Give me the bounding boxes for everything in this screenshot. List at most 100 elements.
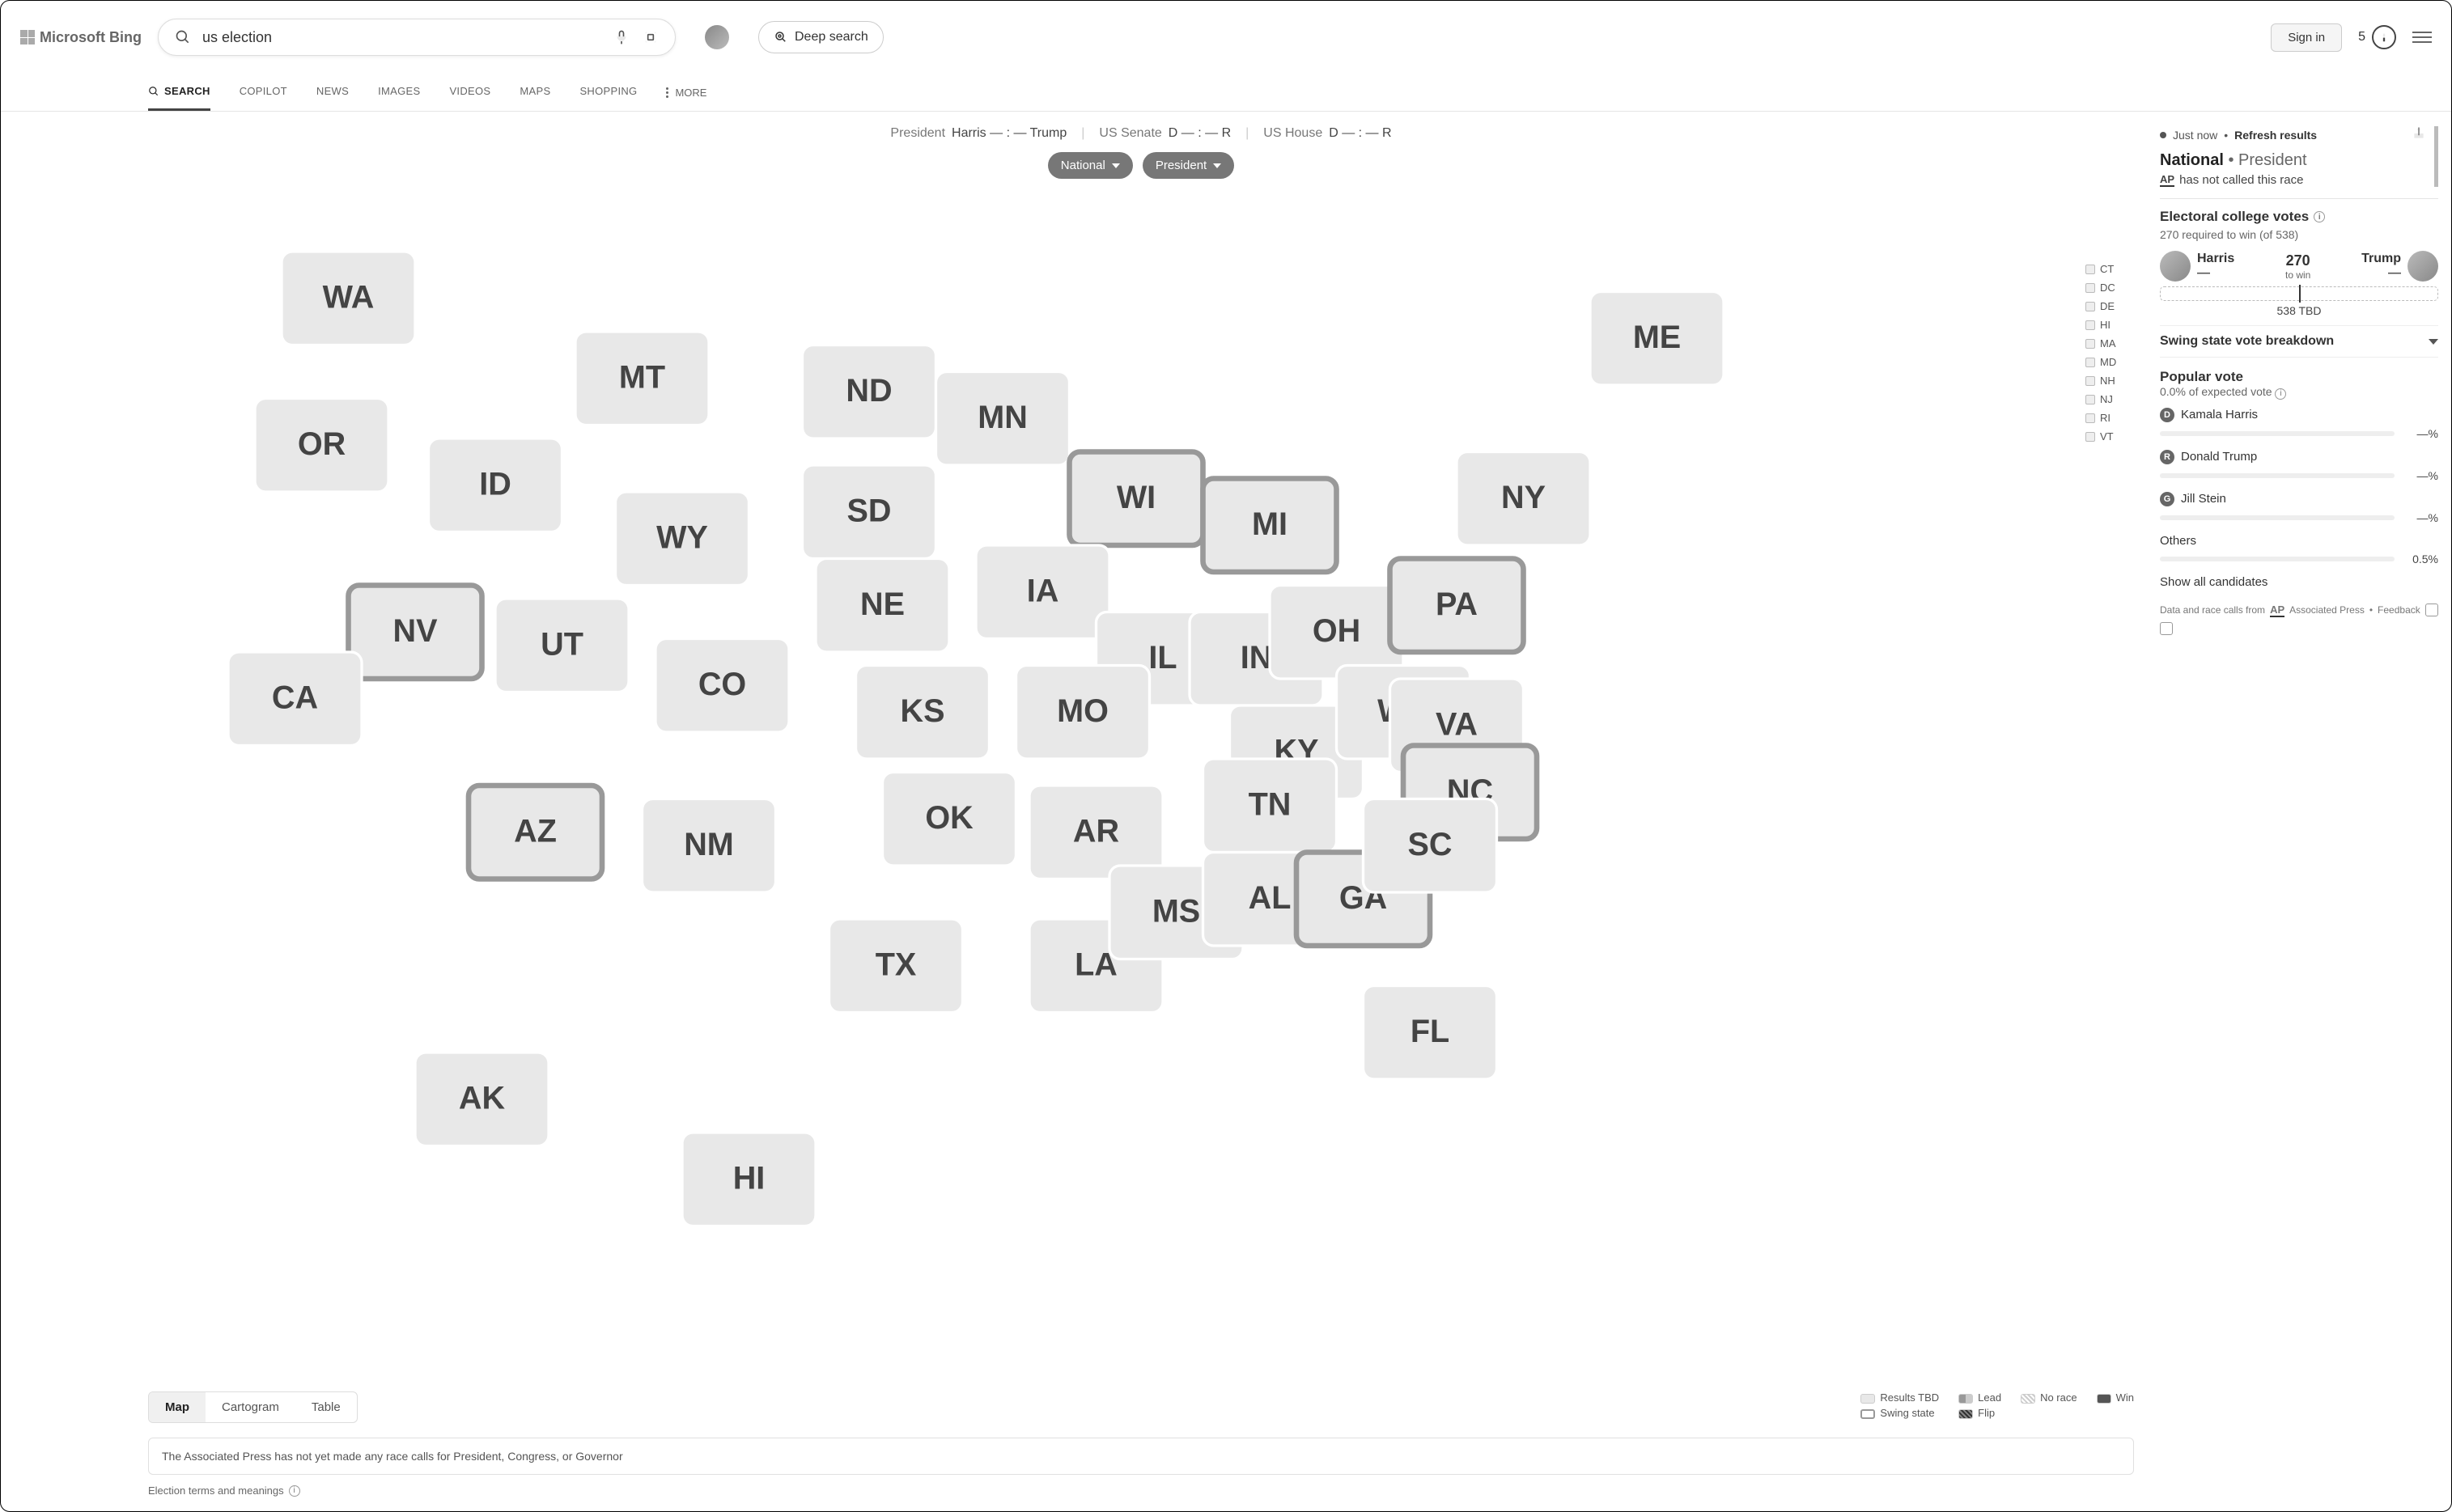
deep-search-label: Deep search [795,30,868,44]
candidate-name: Harris [2197,252,2234,266]
race-president[interactable]: President Harris — : — Trump [890,126,1067,141]
ap-notice: The Associated Press has not yet made an… [148,1438,2134,1475]
score: Harris — : — Trump [952,126,1067,141]
view-toggle: Map Cartogram Table [148,1391,358,1423]
electoral-college-title: Electoral college votes i [2160,209,2438,225]
view-cartogram[interactable]: Cartogram [206,1392,295,1422]
svg-text:IL: IL [1148,640,1177,676]
pv-pct: —% [2406,427,2438,440]
map-legend: Results TBD Lead No race Win Swing state… [1860,1391,2134,1419]
pv-row-others: Others 0.5% [2160,534,2438,565]
state-abbr: VT [2100,430,2114,443]
svg-text:ID: ID [479,466,511,502]
refresh-results-link[interactable]: Refresh results [2234,129,2317,142]
search-icon [148,86,159,97]
small-state-nh[interactable]: NH [2085,375,2134,387]
small-state-ma[interactable]: MA [2085,337,2134,349]
attr-source[interactable]: Associated Press [2289,604,2365,616]
us-map[interactable]: WAMTNDMNMEORIDWYSDWIMINYNVUTCONEIAILINOH… [148,198,2071,1377]
small-state-vt[interactable]: VT [2085,430,2134,443]
info-icon[interactable]: i [2314,211,2325,222]
state-swatch [2085,376,2095,386]
view-map[interactable]: Map [149,1392,206,1422]
svg-text:ME: ME [1633,320,1681,355]
small-state-hi[interactable]: HI [2085,319,2134,331]
separator: • [2369,604,2373,616]
small-state-nj[interactable]: NJ [2085,393,2134,405]
tab-shopping[interactable]: SHOPPING [579,74,637,111]
pv-bar [2160,473,2395,478]
state-abbr: HI [2100,319,2111,331]
voice-search-icon[interactable] [612,28,631,47]
tab-label: NEWS [316,85,349,97]
pill-label: President [1156,159,1207,172]
feedback-link[interactable]: Feedback [2378,604,2420,616]
legend-label: Lead [1978,1391,2001,1404]
call-status-text: has not called this race [2179,173,2303,187]
deep-search-button[interactable]: Deep search [758,21,884,53]
tab-videos[interactable]: VIDEOS [449,74,490,111]
tab-more[interactable]: MORE [666,87,706,99]
small-state-dc[interactable]: DC [2085,282,2134,294]
small-state-ri[interactable]: RI [2085,412,2134,424]
info-icon[interactable]: i [2275,388,2286,400]
rewards[interactable]: 5 [2358,25,2396,49]
search-box[interactable] [158,19,676,56]
rewards-points: 5 [2358,30,2365,44]
tab-search[interactable]: SEARCH [148,74,210,111]
image-search-icon[interactable] [641,28,660,47]
state-swatch [2085,265,2095,274]
race-summary-line: President Harris — : — Trump | US Senate… [148,126,2134,141]
small-state-ct[interactable]: CT [2085,263,2134,275]
svg-text:NM: NM [684,827,734,862]
tab-copilot[interactable]: COPILOT [240,74,287,111]
tab-images[interactable]: IMAGES [378,74,420,111]
ec-title-text: Electoral college votes [2160,209,2309,225]
to-win-label: to win [2285,269,2310,281]
state-abbr: MD [2100,356,2116,368]
scope-dropdown[interactable]: National [1048,152,1133,179]
swing-state-toggle[interactable]: Swing state vote breakdown [2160,325,2438,358]
separator: | [1245,126,1249,141]
to-win-marker: 270 to win [2285,252,2310,281]
search-input[interactable] [202,29,602,46]
label: US House [1263,126,1322,141]
swing-label: Swing state vote breakdown [2160,334,2334,349]
svg-text:HI: HI [733,1160,766,1196]
svg-text:IN: IN [1241,640,1273,676]
scope: National [2160,151,2224,169]
tab-maps[interactable]: MAPS [520,74,550,111]
signin-button[interactable]: Sign in [2271,23,2342,52]
party-badge: R [2160,450,2174,464]
panel-top: Just now • Refresh results [2160,126,2426,143]
panel-title: National • President [2160,151,2426,170]
view-table[interactable]: Table [295,1392,357,1422]
pv-bar [2160,557,2395,561]
svg-text:MT: MT [619,359,665,395]
candidate-right: Trump — [2361,251,2438,282]
show-all-candidates-link[interactable]: Show all candidates [2160,575,2438,589]
thumbs-down-icon[interactable] [2160,622,2173,635]
terms-link[interactable]: Election terms and meanings i [148,1484,2134,1497]
menu-icon[interactable] [2412,32,2432,43]
small-state-de[interactable]: DE [2085,300,2134,312]
state-abbr: NH [2100,375,2115,387]
pv-row: DKamala Harris—% [2160,408,2438,440]
svg-text:WY: WY [656,519,708,555]
state-swatch [2085,339,2095,349]
copilot-icon[interactable] [705,25,729,49]
race-senate[interactable]: US Senate D — : — R [1099,126,1231,141]
race-dropdown[interactable]: President [1143,152,1234,179]
candidate-name: Donald Trump [2181,450,2257,464]
label: President [890,126,945,141]
race-house[interactable]: US House D — : — R [1263,126,1391,141]
share-icon[interactable] [2412,126,2426,143]
state-swatch [2085,358,2095,367]
bing-logo[interactable]: Microsoft Bing [20,29,142,46]
small-state-md[interactable]: MD [2085,356,2134,368]
tab-news[interactable]: NEWS [316,74,349,111]
pv-bar [2160,431,2395,436]
state-swatch [2085,432,2095,442]
thumbs-up-icon[interactable] [2425,604,2438,616]
popular-vote-title: Popular vote [2160,369,2438,385]
